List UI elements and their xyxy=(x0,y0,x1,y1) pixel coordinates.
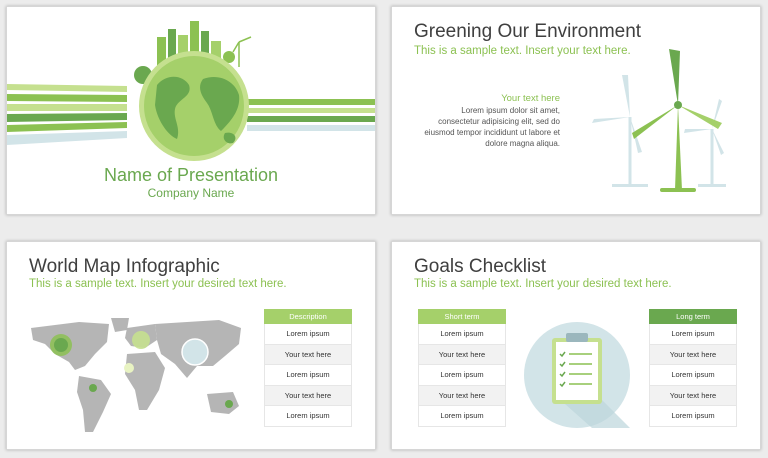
slide-subtitle: This is a sample text. Insert your desir… xyxy=(414,278,672,290)
table-row: Lorem ipsum xyxy=(649,365,737,386)
table-row: Lorem ipsum xyxy=(418,324,506,345)
description-table: Description Lorem ipsum Your text here L… xyxy=(264,309,352,427)
table-header: Short term xyxy=(418,309,506,324)
table-row: Lorem ipsum xyxy=(264,406,352,427)
slide-thumbnail-title[interactable]: Name of Presentation Company Name xyxy=(6,6,376,215)
slide-thumbnail-environment[interactable]: Greening Our Environment This is a sampl… xyxy=(391,6,761,215)
table-row: Your text here xyxy=(649,344,737,365)
company-name: Company Name xyxy=(147,186,235,200)
table-row: Lorem ipsum xyxy=(264,365,352,386)
table-row: Your text here xyxy=(264,344,352,365)
table-row: Your text here xyxy=(418,385,506,406)
text-body: Lorem ipsum dolor sit amet, consectetur … xyxy=(424,106,560,148)
slide-thumbnail-goals-checklist[interactable]: Goals Checklist This is a sample text. I… xyxy=(391,241,761,450)
table-row: Lorem ipsum xyxy=(649,406,737,427)
slide-subtitle: This is a sample text. Insert your desir… xyxy=(29,278,287,290)
table-row: Your text here xyxy=(649,385,737,406)
table-row: Lorem ipsum xyxy=(418,406,506,427)
table-row: Lorem ipsum xyxy=(649,324,737,345)
world-map-icon xyxy=(31,318,241,432)
slide-title: World Map Infographic xyxy=(29,256,220,277)
short-term-table: Short term Lorem ipsum Your text here Lo… xyxy=(418,309,506,427)
table-row: Your text here xyxy=(418,344,506,365)
presentation-name: Name of Presentation xyxy=(103,165,279,185)
wind-turbine-icon xyxy=(592,49,726,192)
slide-thumbnail-world-map[interactable]: World Map Infographic This is a sample t… xyxy=(6,241,376,450)
table-header: Description xyxy=(264,309,352,324)
long-term-table: Long term Lorem ipsum Your text here Lor… xyxy=(649,309,737,427)
table-row: Your text here xyxy=(264,385,352,406)
clipboard-checklist-icon xyxy=(524,322,630,428)
slide-title: Greening Our Environment xyxy=(414,21,642,42)
table-header: Long term xyxy=(649,309,737,324)
text-heading: Your text here xyxy=(501,93,560,104)
table-row: Lorem ipsum xyxy=(264,324,352,345)
table-row: Lorem ipsum xyxy=(418,365,506,386)
globe-illustration xyxy=(7,21,375,161)
slide-title: Goals Checklist xyxy=(414,256,546,277)
